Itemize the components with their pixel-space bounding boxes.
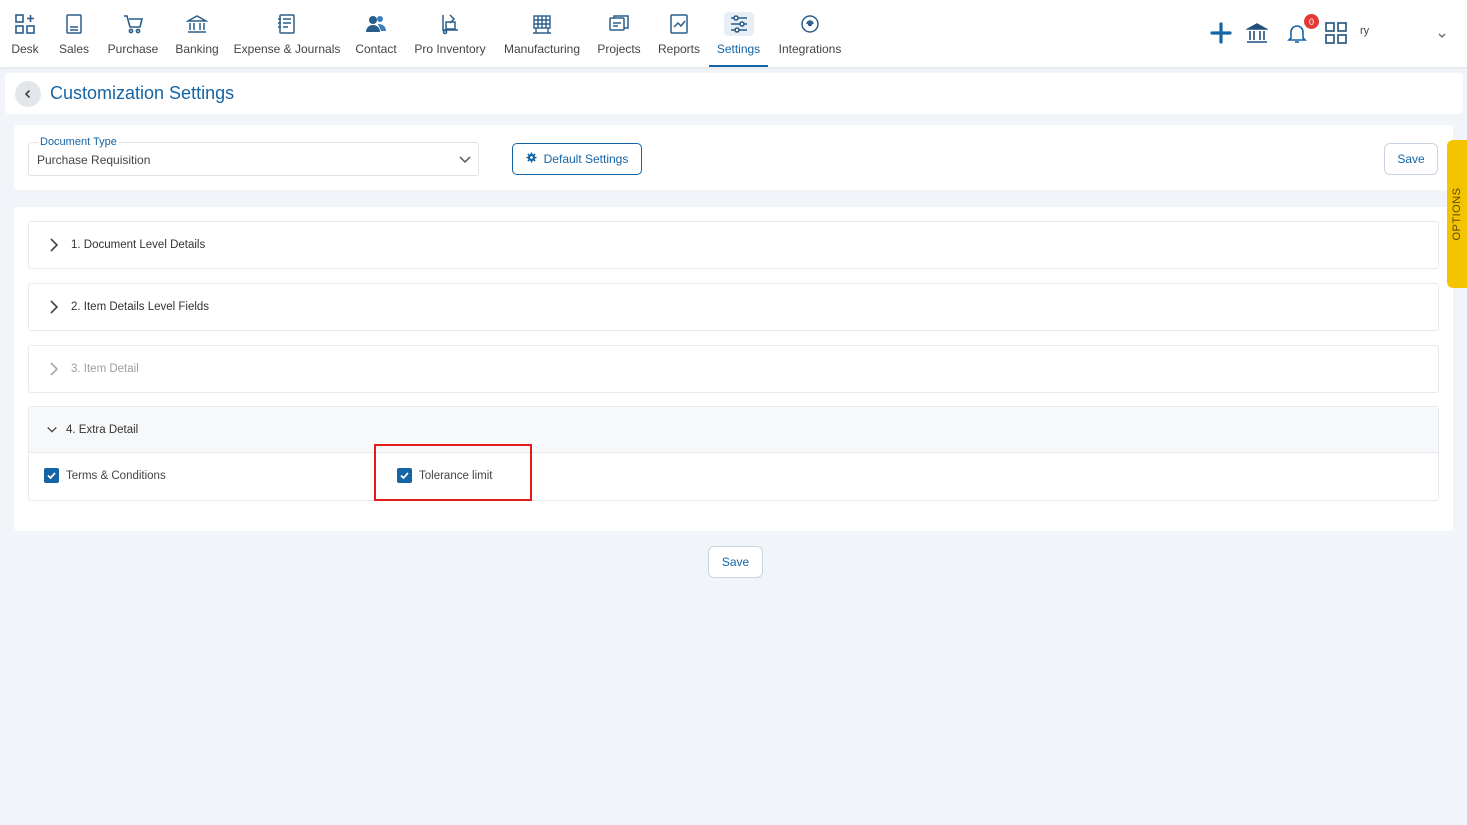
chevron-right-icon	[49, 299, 61, 315]
add-new-plus-icon[interactable]	[1209, 21, 1233, 45]
options-side-tab[interactable]: OPTIONS	[1447, 140, 1467, 288]
nav-item-integrations[interactable]: Integrations	[777, 0, 843, 67]
default-settings-button[interactable]: Default Settings	[512, 143, 642, 175]
chevron-down-icon	[458, 153, 472, 171]
sections-card: 1. Document Level Details 2. Item Detail…	[14, 207, 1453, 531]
default-settings-label: Default Settings	[543, 152, 629, 166]
projects-icon	[608, 12, 630, 36]
document-type-value: Purchase Requisition	[37, 153, 151, 167]
nav-item-sales[interactable]: Sales	[58, 0, 90, 67]
checkbox-label: Terms & Conditions	[66, 469, 166, 482]
section-header: 3. Item Detail	[29, 346, 1438, 392]
section-title: 1. Document Level Details	[71, 239, 206, 251]
settings-sliders-icon	[723, 12, 754, 36]
tolerance-limit-checkbox[interactable]: Tolerance limit	[397, 468, 493, 483]
nav-item-manufacturing[interactable]: Manufacturing	[500, 0, 584, 67]
nav-item-projects[interactable]: Projects	[596, 0, 642, 67]
journal-icon	[277, 12, 297, 36]
nav-label: Banking	[175, 42, 219, 56]
section-header[interactable]: 1. Document Level Details	[29, 222, 1438, 268]
integrations-icon	[799, 12, 821, 36]
section-header[interactable]: 2. Item Details Level Fields	[29, 284, 1438, 330]
nav-label: Pro Inventory	[414, 42, 486, 56]
section-document-level-details: 1. Document Level Details	[28, 221, 1439, 269]
chevron-left-icon	[24, 89, 31, 98]
gear-icon	[526, 150, 537, 168]
contacts-icon	[365, 12, 387, 36]
sales-icon	[65, 12, 83, 36]
nav-label: Purchase	[107, 42, 159, 56]
terms-conditions-checkbox[interactable]: Terms & Conditions	[44, 468, 166, 483]
nav-label: Manufacturing	[503, 42, 581, 56]
section-title: 4. Extra Detail	[66, 423, 139, 436]
checkbox-checked-icon	[44, 468, 59, 483]
document-type-label: Document Type	[38, 136, 119, 148]
checkbox-checked-icon	[397, 468, 412, 483]
section-extra-detail: 4. Extra Detail Terms & Conditions Toler…	[28, 406, 1439, 501]
nav-item-banking[interactable]: Banking	[173, 0, 221, 67]
save-button-bottom[interactable]: Save	[708, 546, 763, 578]
nav-label: Integrations	[778, 42, 842, 56]
section-title: 2. Item Details Level Fields	[71, 301, 210, 313]
nav-item-contact[interactable]: Contact	[353, 0, 399, 67]
nav-item-expense-journals[interactable]: Expense & Journals	[234, 0, 340, 67]
back-button[interactable]	[15, 80, 41, 107]
reports-icon	[669, 12, 689, 36]
notification-count-badge: 0	[1304, 14, 1319, 29]
page-title: Customization Settings	[50, 83, 235, 103]
nav-item-settings[interactable]: Settings	[709, 0, 768, 67]
section-body: Terms & Conditions Tolerance limit	[29, 453, 1438, 500]
section-title: 3. Item Detail	[71, 363, 139, 375]
checkbox-label: Tolerance limit	[419, 469, 493, 482]
bank-icon	[186, 12, 208, 36]
nav-label: Projects	[597, 42, 641, 56]
nav-label: Expense & Journals	[233, 42, 341, 56]
user-name[interactable]: ry	[1360, 25, 1369, 37]
nav-item-pro-inventory[interactable]: Pro Inventory	[412, 0, 488, 67]
options-tab-label: OPTIONS	[1451, 187, 1463, 241]
document-type-card: Document Type Purchase Requisition Defau…	[14, 125, 1453, 190]
notifications-bell-icon[interactable]: 0	[1284, 14, 1319, 45]
section-header[interactable]: 4. Extra Detail	[29, 407, 1438, 453]
chevron-right-icon	[49, 361, 61, 377]
top-navigation-bar: Desk Sales Purchase Banking Expense & Jo…	[0, 0, 1467, 67]
inventory-icon	[439, 12, 461, 36]
nav-label: Desk	[11, 42, 39, 56]
user-menu-chevron-down-icon[interactable]	[1437, 27, 1447, 45]
nav-item-desk[interactable]: Desk	[8, 0, 42, 67]
chevron-down-icon	[46, 425, 58, 435]
manufacturing-icon	[531, 12, 553, 36]
desk-icon	[14, 12, 36, 36]
nav-label: Reports	[657, 42, 701, 56]
nav-item-reports[interactable]: Reports	[656, 0, 702, 67]
nav-label: Contact	[355, 42, 397, 56]
document-type-select[interactable]: Document Type Purchase Requisition	[28, 136, 479, 176]
bank-building-icon[interactable]	[1245, 21, 1269, 45]
nav-label: Sales	[58, 42, 90, 56]
nav-item-purchase[interactable]: Purchase	[106, 0, 160, 67]
page-header: Customization Settings	[5, 73, 1463, 114]
purchase-cart-icon	[122, 12, 144, 36]
section-item-detail: 3. Item Detail	[28, 345, 1439, 393]
save-button-top[interactable]: Save	[1384, 143, 1438, 175]
apps-grid-icon[interactable]	[1323, 20, 1349, 46]
section-item-details-level-fields: 2. Item Details Level Fields	[28, 283, 1439, 331]
nav-label: Settings	[716, 42, 761, 56]
chevron-right-icon	[49, 237, 61, 253]
